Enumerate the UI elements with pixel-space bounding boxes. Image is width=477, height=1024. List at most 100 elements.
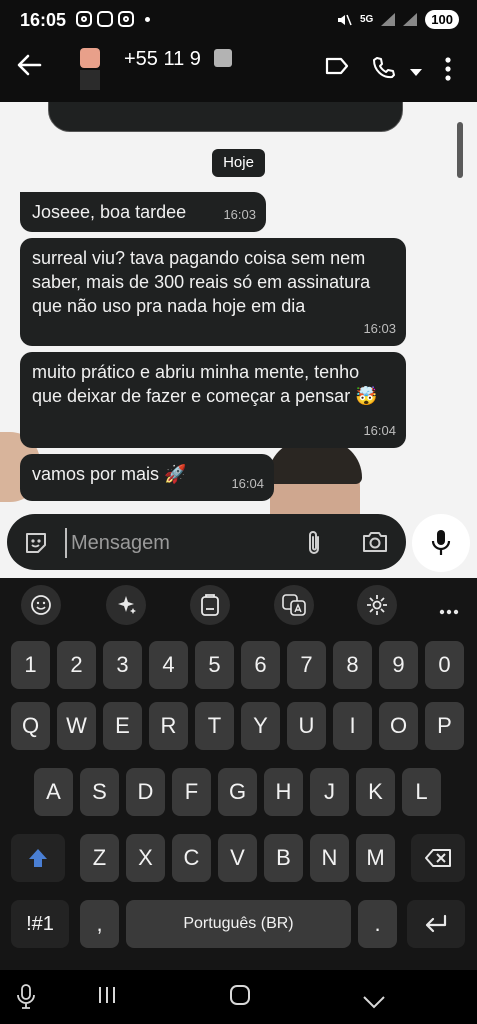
message-bubble[interactable]: Joseee, boa tardee 16:03 [20,192,266,232]
settings-gear-icon[interactable] [357,585,397,625]
voice-record-button[interactable] [412,514,470,572]
instagram-icon [76,11,92,27]
message-bubble[interactable]: vamos por mais 🚀 16:04 [20,454,274,501]
message-input[interactable] [65,528,293,558]
key-x[interactable]: X [126,834,165,882]
status-bar: 16:05 5G 100 [0,0,477,40]
key-r[interactable]: R [149,702,188,750]
key-4[interactable]: 4 [149,641,188,689]
message-bubble[interactable]: muito prático e abriu minha mente, tenho… [20,352,406,448]
message-bubble[interactable]: surreal viu? tava pagando coisa sem nem … [20,238,406,346]
key-0[interactable]: 0 [425,641,464,689]
chat-header: +55 11 9 [0,40,477,102]
key-u[interactable]: U [287,702,326,750]
message-text: surreal viu? tava pagando coisa sem nem … [32,248,371,316]
chat-area[interactable]: Hoje Joseee, boa tardee 16:03 surreal vi… [0,102,477,578]
previous-message-bubble[interactable] [48,102,403,132]
shift-key[interactable] [11,834,65,882]
ai-sparkle-icon[interactable] [106,585,146,625]
message-time: 16:04 [363,423,396,438]
key-j[interactable]: J [310,768,349,816]
translate-icon[interactable] [274,585,314,625]
key-o[interactable]: O [379,702,418,750]
key-1[interactable]: 1 [11,641,50,689]
key-7[interactable]: 7 [287,641,326,689]
key-w[interactable]: W [57,702,96,750]
enter-key[interactable] [407,900,465,948]
key-3[interactable]: 3 [103,641,142,689]
key-f[interactable]: F [172,768,211,816]
key-p[interactable]: P [425,702,464,750]
key-n[interactable]: N [310,834,349,882]
instagram-icon [118,11,134,27]
home-icon[interactable] [229,984,251,1013]
key-8[interactable]: 8 [333,641,372,689]
recent-apps-icon[interactable] [97,984,117,1012]
key-l[interactable]: L [402,768,441,816]
message-composer [7,514,406,570]
key-z[interactable]: Z [80,834,119,882]
label-icon[interactable] [325,56,349,81]
space-key[interactable]: Português (BR) [126,900,351,948]
contact-avatar[interactable] [80,48,100,68]
more-options-icon[interactable] [444,56,452,87]
microphone-icon [431,529,451,562]
key-d[interactable]: D [126,768,165,816]
message-text: muito prático e abriu minha mente, tenho… [32,362,378,406]
key-9[interactable]: 9 [379,641,418,689]
key-a[interactable]: A [34,768,73,816]
backspace-icon [425,849,451,867]
key-k[interactable]: K [356,768,395,816]
back-arrow-icon[interactable] [16,52,42,84]
enter-icon [425,914,447,933]
key-2[interactable]: 2 [57,641,96,689]
chat-scrollbar[interactable] [457,122,463,178]
signal-icon-2 [403,13,418,26]
mute-icon [337,14,352,25]
key-e[interactable]: E [103,702,142,750]
battery-badge: 100 [425,10,459,29]
key-m[interactable]: M [356,834,395,882]
date-separator: Hoje [212,149,265,177]
sticker-icon[interactable] [23,530,49,561]
backspace-key[interactable] [411,834,465,882]
key-g[interactable]: G [218,768,257,816]
system-navigation-bar [0,970,477,1024]
clipboard-icon[interactable] [190,585,230,625]
comma-key[interactable]: , [80,900,119,948]
camera-icon[interactable] [361,530,389,559]
key-y[interactable]: Y [241,702,280,750]
message-time: 16:03 [363,321,396,336]
symbols-key[interactable]: !#1 [11,900,69,948]
key-5[interactable]: 5 [195,641,234,689]
key-i[interactable]: I [333,702,372,750]
notification-icons [76,11,150,27]
key-6[interactable]: 6 [241,641,280,689]
message-text: vamos por mais 🚀 [32,464,187,484]
key-s[interactable]: S [80,768,119,816]
more-notifications-dot-icon [145,16,150,22]
attach-icon[interactable] [305,529,323,562]
key-t[interactable]: T [195,702,234,750]
phone-icon[interactable] [372,56,396,85]
key-v[interactable]: V [218,834,257,882]
shift-icon [29,849,47,867]
key-b[interactable]: B [264,834,303,882]
contact-name[interactable]: +55 11 9 [124,48,201,71]
signal-icon [381,13,396,26]
key-c[interactable]: C [172,834,211,882]
contact-avatar-shadow [80,70,100,90]
message-time: 16:03 [223,207,256,222]
network-type: 5G [359,14,374,25]
more-horizontal-icon[interactable] [439,602,459,620]
status-time: 16:05 [20,10,67,30]
call-dropdown-icon[interactable] [410,64,422,82]
keyboard-voice-icon[interactable] [16,984,36,1017]
key-h[interactable]: H [264,768,303,816]
emoji-icon[interactable] [21,585,61,625]
period-key[interactable]: . [358,900,397,948]
key-q[interactable]: Q [11,702,50,750]
message-text: Joseee, boa tardee [32,202,187,222]
redacted-digits [214,49,232,67]
hide-keyboard-chevron-icon[interactable] [362,988,386,1016]
